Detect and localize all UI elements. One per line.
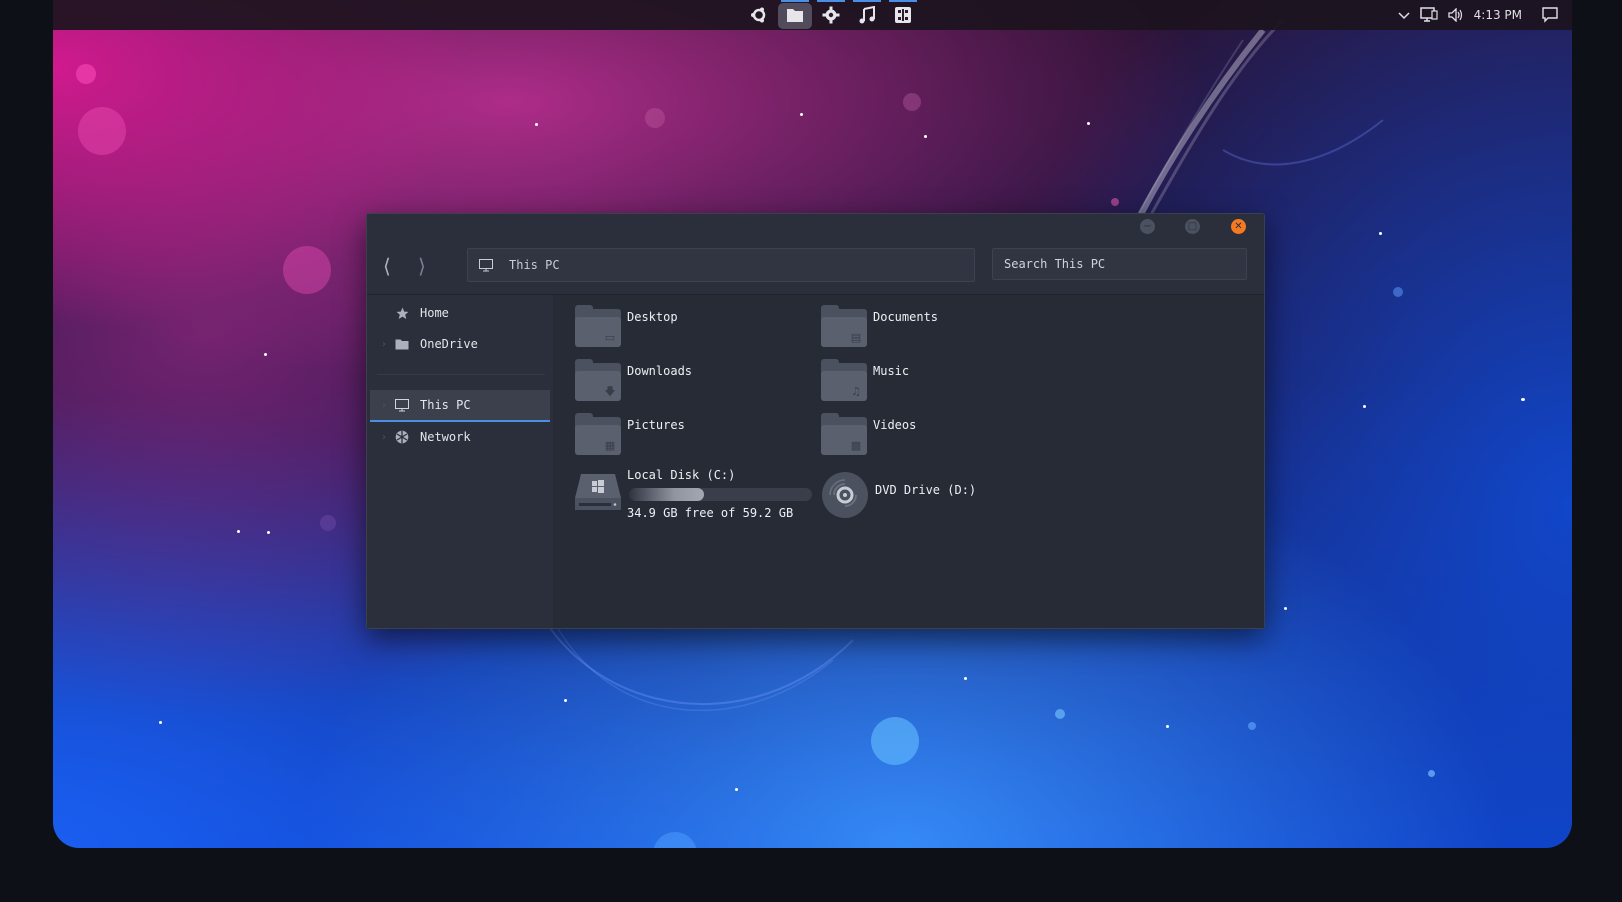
sidebar-divider [377, 374, 545, 375]
forward-button[interactable]: ⟩ [418, 254, 426, 278]
chevron-right-icon[interactable]: › [374, 432, 394, 443]
sidebar-item-label: Home [420, 306, 449, 320]
chevron-down-icon[interactable] [1398, 9, 1410, 21]
disk-usage-bar [629, 488, 812, 501]
chevron-left-icon: ⟨ [383, 254, 391, 278]
close-icon: ✕ [1234, 221, 1243, 232]
drive-free-space: 34.9 GB free of 59.2 GB [627, 506, 794, 520]
folder-desktop[interactable]: ▭ Desktop [575, 305, 678, 347]
maximize-icon: □ [1187, 221, 1198, 232]
title-bar: − □ ✕ ⟨ ⟩ This PC [367, 214, 1264, 295]
drive-label: Local Disk (C:) [627, 468, 736, 482]
dock-files[interactable] [777, 0, 813, 30]
folder-documents[interactable]: ▤ Documents [821, 305, 939, 347]
sidebar-item-label: Network [420, 430, 471, 444]
desktop-folder-icon: ▭ [575, 305, 621, 347]
pictures-folder-icon: ▦ [575, 413, 621, 455]
launcher-icon [751, 7, 766, 23]
system-tray: 4:13 PM [1398, 0, 1572, 30]
drive-local-disk-c[interactable]: Local Disk (C:) 34.9 GB free of 59.2 GB [575, 468, 812, 520]
close-button[interactable]: ✕ [1231, 219, 1246, 234]
back-button[interactable]: ⟨ [383, 254, 391, 278]
notification-icon[interactable] [1542, 7, 1558, 23]
sidebar-item-onedrive[interactable]: › OneDrive [370, 329, 550, 359]
folder-icon [787, 9, 803, 22]
dock-launcher[interactable] [741, 0, 777, 30]
computer-icon [479, 258, 493, 271]
folder-label: Videos [873, 418, 917, 432]
content-pane: ▭ Desktop ▤ Documents 🡇 Downloads ♫ Musi… [554, 295, 1264, 628]
drive-dvd-d[interactable]: DVD Drive (D:) [821, 471, 976, 519]
sidebar-item-label: OneDrive [420, 337, 478, 351]
dock-settings[interactable] [813, 0, 849, 30]
documents-folder-icon: ▤ [821, 305, 867, 347]
dock-music[interactable] [849, 0, 885, 30]
minimize-icon: − [1143, 221, 1152, 232]
drive-label: DVD Drive (D:) [875, 483, 977, 497]
calculator-icon [895, 7, 911, 23]
network-globe-icon [394, 429, 410, 445]
dock-calculator[interactable] [885, 0, 921, 30]
file-explorer-window: − □ ✕ ⟨ ⟩ This PC Home › OneDrive › This… [366, 213, 1265, 629]
chevron-right-icon[interactable]: › [374, 339, 394, 350]
computer-icon [394, 397, 410, 413]
navigation-pane: Home › OneDrive › This PC › Network [367, 295, 553, 628]
sidebar-item-this-pc[interactable]: › This PC [370, 390, 550, 422]
folder-label: Downloads [627, 364, 693, 378]
folder-downloads[interactable]: 🡇 Downloads [575, 359, 693, 401]
maximize-button[interactable]: □ [1185, 219, 1200, 234]
folder-pictures[interactable]: ▦ Pictures [575, 413, 685, 455]
chevron-right-icon[interactable]: › [374, 400, 394, 411]
folder-label: Pictures [627, 418, 685, 432]
disk-usage-fill [629, 488, 705, 501]
folder-label: Desktop [627, 310, 678, 324]
sidebar-item-network[interactable]: › Network [370, 422, 550, 452]
folder-label: Documents [873, 310, 939, 324]
clock[interactable]: 4:13 PM [1474, 8, 1522, 22]
folder-music[interactable]: ♫ Music [821, 359, 910, 401]
address-path: This PC [509, 258, 560, 272]
gear-icon [822, 6, 840, 24]
hard-drive-icon [575, 468, 621, 512]
videos-folder-icon: ▩ [821, 413, 867, 455]
music-folder-icon: ♫ [821, 359, 867, 401]
address-bar[interactable]: This PC [467, 248, 975, 282]
dvd-drive-icon [821, 471, 869, 519]
chevron-right-icon: ⟩ [418, 254, 426, 278]
network-icon[interactable] [1419, 7, 1438, 23]
star-icon [394, 305, 410, 321]
music-note-icon [859, 6, 875, 24]
sidebar-item-label: This PC [420, 398, 471, 412]
folder-videos[interactable]: ▩ Videos [821, 413, 917, 455]
downloads-folder-icon: 🡇 [575, 359, 621, 401]
volume-icon[interactable] [1447, 8, 1464, 22]
folder-icon [394, 336, 410, 352]
search-input[interactable] [992, 248, 1247, 280]
minimize-button[interactable]: − [1140, 219, 1155, 234]
folder-label: Music [873, 364, 910, 378]
sidebar-item-home[interactable]: Home [370, 298, 550, 328]
top-panel: 4:13 PM [53, 0, 1572, 30]
dock [741, 0, 921, 30]
